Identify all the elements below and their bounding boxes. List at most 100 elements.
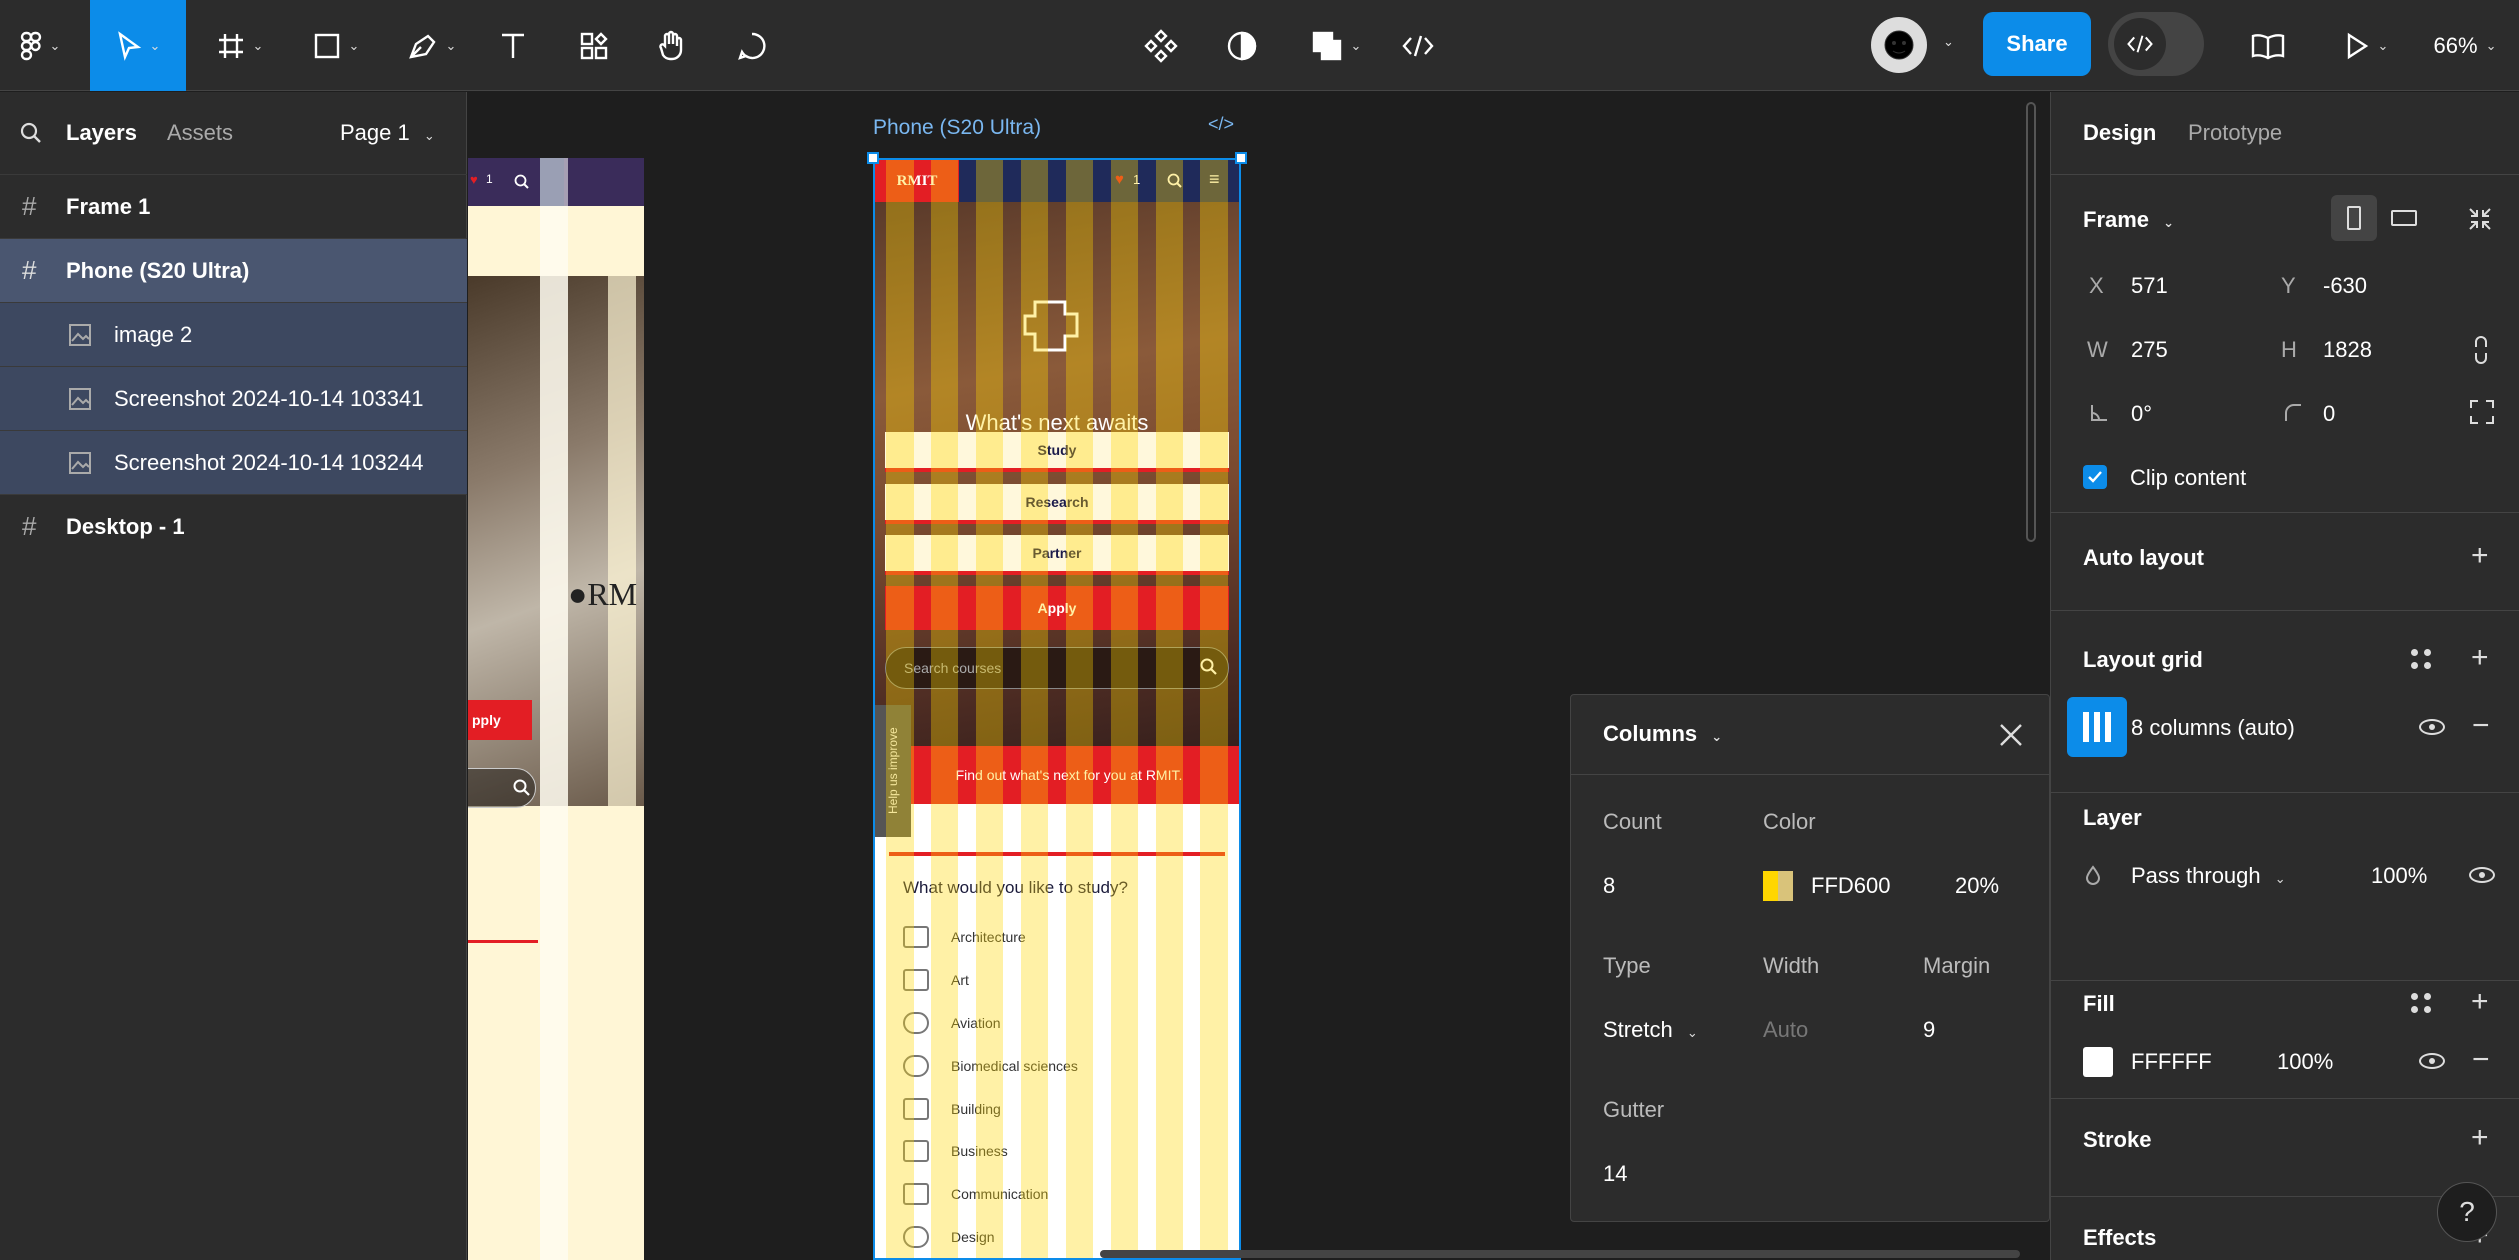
- columns-grid-icon[interactable]: [2067, 697, 2127, 757]
- apply-button: Apply: [885, 586, 1229, 630]
- frame-title-label[interactable]: Phone (S20 Ultra): [873, 116, 1041, 140]
- close-icon[interactable]: [1997, 721, 2025, 749]
- fill-color-swatch[interactable]: [2083, 1047, 2113, 1077]
- portrait-orientation-button[interactable]: [2331, 195, 2377, 241]
- desktop-frame-partial[interactable]: ♥ 1 ●RM pply: [468, 158, 644, 1260]
- present-button[interactable]: ⌄: [2333, 0, 2399, 91]
- fill-opacity-input[interactable]: 100%: [2277, 1049, 2333, 1075]
- dev-mode-toggle[interactable]: [2108, 12, 2204, 76]
- tab-prototype[interactable]: Prototype: [2188, 120, 2282, 146]
- constrain-proportions-icon[interactable]: [2471, 335, 2491, 365]
- layer-row-phone-s20-ultra[interactable]: # Phone (S20 Ultra): [0, 238, 467, 302]
- rmit-logo-partial: ●RM: [568, 576, 638, 612]
- zoom-menu[interactable]: 66% ⌄: [2420, 0, 2510, 91]
- component-button[interactable]: [1141, 0, 1181, 91]
- resize-handle-top-right[interactable]: [1235, 152, 1247, 164]
- x-input[interactable]: 571: [2131, 273, 2168, 299]
- page-selector[interactable]: Page 1 ⌄: [340, 120, 435, 146]
- layer-row-frame-1[interactable]: # Frame 1: [0, 174, 467, 238]
- grid-type-dropdown[interactable]: Columns ⌄: [1603, 721, 1722, 747]
- share-button[interactable]: Share: [1983, 12, 2091, 76]
- blend-mode-dropdown[interactable]: Pass through ⌄: [2131, 863, 2286, 889]
- grid-styles-icon[interactable]: [2411, 649, 2431, 669]
- layer-opacity-input[interactable]: 100%: [2371, 863, 2427, 889]
- color-swatch[interactable]: [1763, 871, 1793, 901]
- comment-tool-button[interactable]: [732, 0, 772, 91]
- hero-section: What's next awaits Study Research Partne…: [875, 202, 1239, 804]
- frame-preset-dropdown[interactable]: Frame ⌄: [2083, 207, 2174, 233]
- color-opacity-input[interactable]: 20%: [1955, 873, 1999, 899]
- phone-frame[interactable]: RMIT ♥ 1 ≡ What's next awaits Study Rese…: [873, 158, 1241, 1260]
- chevron-down-icon: ⌄: [1711, 729, 1723, 744]
- shape-tool-button[interactable]: ⌄: [305, 0, 367, 91]
- corner-radius-input[interactable]: 0: [2323, 401, 2335, 427]
- grid-column: [540, 158, 568, 1260]
- image-icon: [69, 323, 91, 346]
- component-diamond-icon: [1144, 28, 1178, 63]
- chevron-down-icon[interactable]: ⌄: [1943, 34, 1954, 50]
- text-tool-button[interactable]: [493, 0, 533, 91]
- resize-to-fit-icon[interactable]: [2466, 205, 2494, 233]
- list-item: Business: [903, 1130, 1223, 1173]
- dev-code-button[interactable]: [1398, 0, 1438, 91]
- clip-content-checkbox[interactable]: [2083, 465, 2107, 489]
- fill-hex-input[interactable]: FFFFFF: [2131, 1049, 2212, 1075]
- chevron-down-icon: ⌄: [1350, 37, 1362, 53]
- layout-grid-item-label[interactable]: 8 columns (auto): [2131, 715, 2295, 741]
- hand-tool-button[interactable]: [652, 0, 692, 91]
- fill-styles-icon[interactable]: [2411, 993, 2431, 1013]
- search-icon[interactable]: [20, 122, 42, 144]
- contrast-button[interactable]: [1222, 0, 1262, 91]
- remove-fill-minus-icon[interactable]: −: [2472, 1045, 2490, 1075]
- boolean-button[interactable]: ⌄: [1303, 0, 1369, 91]
- layer-name: Screenshot 2024-10-14 103341: [114, 385, 424, 411]
- frame-tool-button[interactable]: ⌄: [210, 0, 270, 91]
- independent-corners-icon[interactable]: [2469, 399, 2495, 425]
- layer-visibility-eye-icon[interactable]: [2469, 867, 2495, 883]
- add-stroke-plus-icon[interactable]: +: [2471, 1123, 2489, 1153]
- layer-row-screenshot-103244[interactable]: Screenshot 2024-10-14 103244: [0, 430, 467, 494]
- add-auto-layout-plus-icon[interactable]: +: [2471, 541, 2489, 571]
- layer-row-desktop-1[interactable]: # Desktop - 1: [0, 494, 467, 558]
- zoom-level: 66%: [2433, 32, 2478, 58]
- visibility-eye-icon[interactable]: [2419, 719, 2445, 735]
- tab-assets[interactable]: Assets: [167, 120, 233, 146]
- margin-input[interactable]: 9: [1923, 1017, 1935, 1043]
- code-icon[interactable]: </>: [1208, 114, 1234, 135]
- vertical-scrollbar[interactable]: [2026, 102, 2036, 542]
- layer-name: Desktop - 1: [66, 513, 185, 539]
- color-hex-input[interactable]: FFD600: [1811, 873, 1890, 899]
- add-fill-plus-icon[interactable]: +: [2471, 987, 2489, 1017]
- tab-design[interactable]: Design: [2083, 120, 2156, 146]
- image-icon: [69, 387, 91, 410]
- remove-grid-minus-icon[interactable]: −: [2472, 711, 2490, 741]
- main-menu-button[interactable]: ⌄: [10, 0, 70, 91]
- landscape-orientation-button[interactable]: [2381, 195, 2427, 241]
- promo-banner: Find out what's next for you at RMIT.: [875, 746, 1239, 804]
- y-input[interactable]: -630: [2323, 273, 2367, 299]
- help-button[interactable]: ?: [2437, 1182, 2497, 1242]
- gutter-input[interactable]: 14: [1603, 1161, 1627, 1187]
- frame-hash-icon: [218, 33, 243, 58]
- tab-layers[interactable]: Layers: [66, 120, 137, 146]
- w-label: W: [2087, 337, 2108, 362]
- add-grid-plus-icon[interactable]: +: [2471, 643, 2489, 673]
- move-tool-button[interactable]: ⌄: [90, 0, 186, 91]
- rotation-input[interactable]: 0°: [2131, 401, 2152, 427]
- horizontal-scrollbar[interactable]: [1100, 1250, 2020, 1258]
- height-input[interactable]: 1828: [2323, 337, 2372, 363]
- width-input[interactable]: 275: [2131, 337, 2168, 363]
- count-input[interactable]: 8: [1603, 873, 1615, 899]
- layer-row-screenshot-103341[interactable]: Screenshot 2024-10-14 103341: [0, 366, 467, 430]
- resources-tool-button[interactable]: [574, 0, 614, 91]
- fill-visibility-eye-icon[interactable]: [2419, 1053, 2445, 1069]
- avatar[interactable]: [1871, 17, 1927, 73]
- pen-icon: [408, 33, 436, 59]
- width-input[interactable]: Auto: [1763, 1017, 1808, 1043]
- layer-row-image-2[interactable]: image 2: [0, 302, 467, 366]
- page-selector-label: Page 1: [340, 120, 410, 145]
- resize-handle-top-left[interactable]: [867, 152, 879, 164]
- library-button[interactable]: [2248, 0, 2288, 91]
- pen-tool-button[interactable]: ⌄: [400, 0, 464, 91]
- type-dropdown[interactable]: Stretch ⌄: [1603, 1017, 1698, 1043]
